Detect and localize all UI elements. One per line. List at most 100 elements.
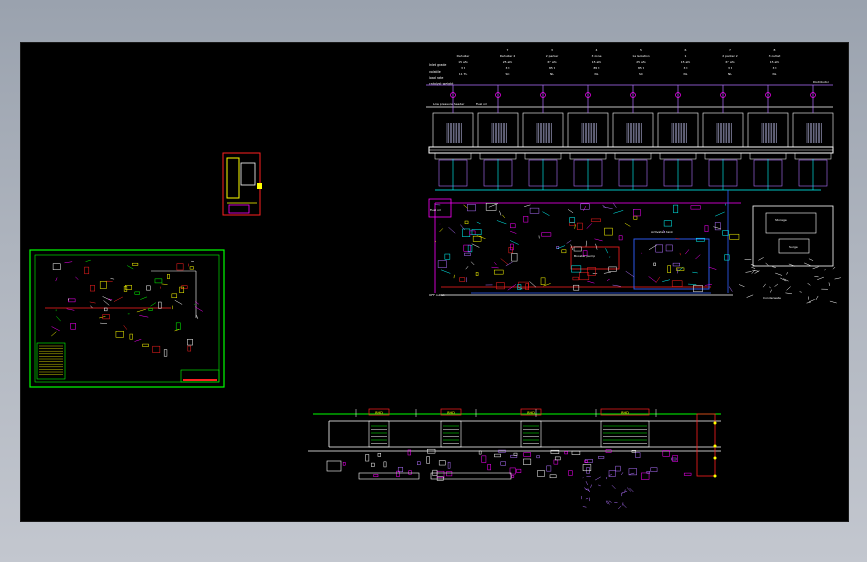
equipment-symbol xyxy=(494,453,501,458)
pipe-segment xyxy=(123,325,128,330)
pipe-segment xyxy=(676,268,679,274)
pipe-segment xyxy=(605,248,609,254)
bay-tag: RHD xyxy=(621,411,629,415)
pipe-segment xyxy=(585,497,589,500)
equipment-symbol xyxy=(672,455,678,462)
left-sheet-inner-border xyxy=(34,254,220,383)
pipe-segment xyxy=(751,267,756,269)
pipe-segment xyxy=(704,284,712,286)
equipment-symbol xyxy=(671,280,683,287)
footer-label: OFF outlet xyxy=(429,293,445,297)
pipe-segment xyxy=(785,292,792,295)
column-number: 6 xyxy=(685,48,687,52)
equipment-symbol xyxy=(667,265,671,273)
equipment-symbol xyxy=(655,244,664,253)
pipe-segment xyxy=(595,476,601,481)
equipment-symbol xyxy=(628,468,637,476)
bays xyxy=(432,85,834,190)
pipe-segment xyxy=(598,484,601,487)
pipe-segment xyxy=(608,500,612,503)
bay-frame xyxy=(520,420,542,448)
equipment-symbol xyxy=(438,460,446,466)
pipe-segment xyxy=(824,269,826,271)
column-value-2: 3 t xyxy=(772,66,777,70)
pipe-segment xyxy=(815,295,819,301)
equipment-symbol xyxy=(437,260,447,268)
column-number: 5 xyxy=(640,48,642,52)
equipment-symbol xyxy=(523,458,532,465)
equipment-symbol xyxy=(459,277,466,282)
bay-frame xyxy=(477,112,519,148)
pipe-segment xyxy=(786,286,791,291)
pipe-segment xyxy=(655,276,661,283)
pipe-segment xyxy=(799,291,802,293)
pipe-segment xyxy=(594,238,603,242)
pipe-segment xyxy=(557,245,566,249)
equipment-symbol xyxy=(104,307,108,312)
column-name: 3 zone xyxy=(591,54,601,58)
equipment-symbol xyxy=(554,456,561,461)
equipment-symbol xyxy=(463,244,471,252)
bay-tag: RHD xyxy=(447,411,455,415)
detail-drawing-small xyxy=(222,152,262,216)
equipment-symbol xyxy=(481,455,487,463)
pipe-segment xyxy=(583,205,587,212)
equipment-symbol xyxy=(171,293,178,299)
pipe-segment xyxy=(574,224,576,229)
drawing-canvas[interactable]: Inlet grade volatile load rate catalyst … xyxy=(20,42,849,522)
pipe-segment xyxy=(624,222,631,227)
equipment-symbol xyxy=(714,222,721,231)
bay-base xyxy=(794,152,832,160)
bay-base xyxy=(704,152,742,160)
row-label-1: volatile xyxy=(429,70,441,74)
bay-base xyxy=(614,152,652,160)
grid-marker xyxy=(713,474,717,478)
equipment-symbol xyxy=(662,450,670,457)
detail-inset xyxy=(240,162,256,186)
pipe-segment xyxy=(494,262,497,266)
pipe-segment xyxy=(770,289,772,293)
column-name: Dehuller 2 xyxy=(500,54,516,58)
pipe-segment xyxy=(804,262,811,266)
pipe-segment xyxy=(529,281,537,288)
pipe-segment xyxy=(662,279,670,282)
pipe-segment xyxy=(751,270,755,274)
equipment-symbol xyxy=(68,298,76,303)
pipe-segment xyxy=(745,271,752,273)
equipment-symbol xyxy=(467,244,473,253)
equipment-symbol xyxy=(540,277,546,285)
pipe-segment xyxy=(715,211,725,217)
pipe-segment xyxy=(613,210,624,214)
equipment-symbol xyxy=(496,282,505,290)
pipe-segment xyxy=(134,339,142,342)
pipe-segment xyxy=(648,276,657,283)
equipment-symbol xyxy=(584,459,593,463)
bottom-bays: RHD RHD RHD RHD xyxy=(355,408,717,478)
column-value-3: SC xyxy=(639,72,643,76)
column-value-2: 3 t xyxy=(728,66,733,70)
equipment-symbol xyxy=(132,262,139,266)
column-value-1: 25 afo xyxy=(636,60,646,64)
equipment-symbol xyxy=(510,243,514,251)
equipment-symbol xyxy=(89,285,95,292)
pipe-segment xyxy=(465,266,469,270)
equipment-box xyxy=(358,472,420,480)
pipe-segment xyxy=(808,299,815,303)
equipment-symbol xyxy=(641,472,650,480)
alt-header-label: Fuel oil xyxy=(476,102,487,106)
storage-area xyxy=(752,205,834,267)
pipe-segment xyxy=(817,276,824,280)
pipe-segment xyxy=(470,261,475,266)
equipment-symbol xyxy=(487,464,491,471)
pipe-segment xyxy=(567,209,574,214)
equipment-symbol xyxy=(464,220,469,225)
bay-frame xyxy=(657,112,699,148)
equipment-symbol xyxy=(408,470,412,475)
pipe-segment xyxy=(786,272,788,275)
equipment-symbol xyxy=(158,301,162,309)
column-value-3: SC xyxy=(506,72,510,76)
row-label-3: catalyst weight xyxy=(429,82,454,86)
pipe-segment xyxy=(66,308,75,311)
detail-frame xyxy=(222,152,261,216)
column-number: 4 xyxy=(596,48,598,52)
